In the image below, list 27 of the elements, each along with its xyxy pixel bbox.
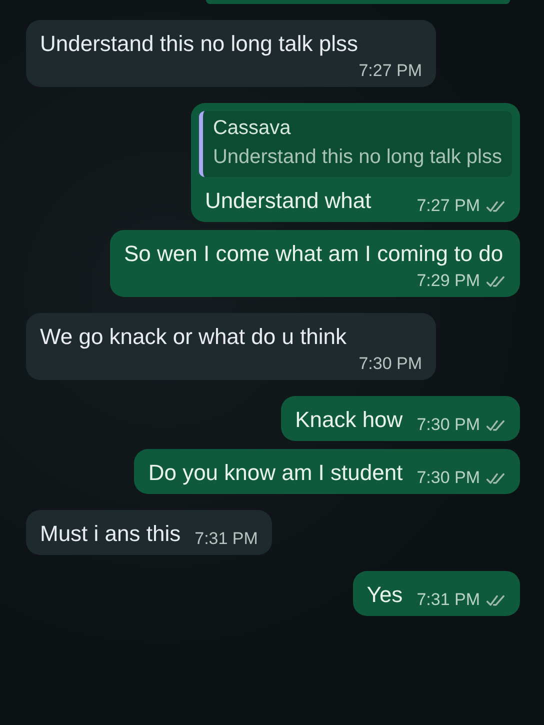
message-time: 7:30 PM <box>416 415 480 435</box>
quote-text: Understand this no long talk plss <box>212 146 502 169</box>
message-time: 7:27 PM <box>416 196 480 216</box>
message-bubble[interactable]: Knack how 7:30 PM <box>281 396 520 441</box>
message-time: 7:31 PM <box>416 590 480 610</box>
message-bubble[interactable]: Must i ans this 7:31 PM <box>26 510 272 555</box>
message-time: 7:30 PM <box>358 354 422 374</box>
message-bubble[interactable]: Do you know am I student 7:30 PM <box>134 449 520 494</box>
quote-author: Cassava <box>212 117 292 140</box>
message-bubble[interactable]: Yes 7:31 PM <box>352 571 520 616</box>
message-text: Knack how <box>295 406 403 434</box>
message-text: Do you know am I student <box>148 459 403 487</box>
message-time: 7:27 PM <box>358 61 422 81</box>
message-text: Understand this no long talk plss <box>40 30 358 58</box>
message-bubble[interactable]: Understand this no long talk plss 7:27 PM <box>26 20 436 87</box>
message-time: 7:30 PM <box>416 468 480 488</box>
message-text: So wen I come what am I coming to do <box>124 240 504 268</box>
message-time: 7:29 PM <box>416 271 480 291</box>
message-time: 7:31 PM <box>194 529 258 549</box>
message-bubble[interactable]: We go knack or what do u think 7:30 PM <box>26 313 436 380</box>
message-text: Yes <box>366 581 403 609</box>
message-text: Understand what <box>204 187 372 215</box>
message-bubble[interactable]: So wen I come what am I coming to do 7:29 PM <box>110 230 520 297</box>
message-text: Must i ans this <box>40 520 181 548</box>
message-bubble[interactable]: Cassava Understand this no long talk plss Understand what 7:27 PM <box>190 103 520 222</box>
quoted-message[interactable]: Cassava Understand this no long talk plss <box>198 111 512 177</box>
message-text: We go knack or what do u think <box>40 323 347 351</box>
